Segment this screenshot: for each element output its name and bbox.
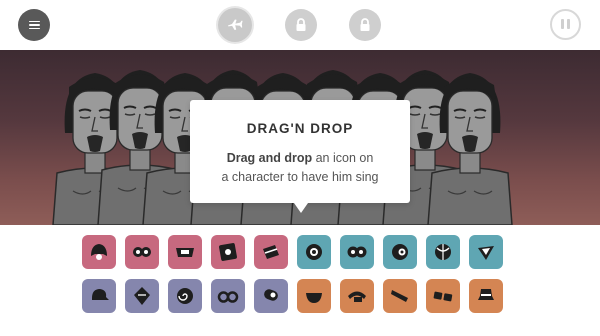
sound-icon-slate-4[interactable] [211,279,245,313]
sound-icon-pink-3[interactable] [168,235,202,269]
sound-icon-pink-2[interactable] [125,235,159,269]
locked-mode-button-2[interactable] [349,9,381,41]
tooltip-body-line1: an icon on [312,151,374,165]
sound-icon-orange-10[interactable] [469,279,503,313]
sound-icon-slate-3[interactable] [168,279,202,313]
tooltip-body: Drag and drop an icon on a character to … [190,149,410,187]
record-icon [392,244,408,260]
spiral-icon [177,288,193,304]
sound-icon-teal-10[interactable] [469,235,503,269]
glasses-icon [217,291,239,303]
sound-icon-pink-4[interactable] [211,235,245,269]
sound-icon-slate-1[interactable] [82,279,116,313]
sound-icon-slate-5[interactable] [254,279,288,313]
sound-icon-orange-9[interactable] [426,279,460,313]
speaker-box-icon [219,243,237,261]
lock-icon [296,18,306,31]
sound-icon-orange-7[interactable] [340,279,374,313]
helmet-icon [91,244,107,260]
pause-icon [560,16,572,34]
cap-icon [92,289,109,300]
goggles-icon [133,247,151,257]
headband-icon [348,291,366,302]
airplane-mode-button[interactable] [218,8,252,42]
hat-icon [478,289,494,300]
menu-button[interactable] [18,9,50,41]
ball-icon [435,244,451,260]
shades-icon [433,291,453,302]
sound-icon-pink-5[interactable] [254,235,288,269]
locked-mode-button-1[interactable] [285,9,317,41]
sound-icon-teal-6[interactable] [297,235,331,269]
sound-icon-slate-2[interactable] [125,279,159,313]
tooltip-body-bold: Drag and drop [226,151,313,165]
tooltip-title: DRAG'N DROP [246,121,354,136]
lock-icon [360,18,370,31]
gift-box-icon [263,245,279,259]
pause-button[interactable] [550,9,581,40]
collar-icon [176,248,194,257]
hamburger-menu-icon [28,20,40,30]
bowl-icon [306,293,322,303]
diamond-icon [134,287,150,305]
microphone-icon [264,289,278,301]
double-disc-icon [347,246,367,258]
top-bar [0,0,600,50]
disc-icon [306,244,322,260]
airplane-icon [228,19,243,30]
sound-icon-teal-9[interactable] [426,235,460,269]
drag-drop-tooltip: DRAG'N DROP Drag and drop an icon on a c… [190,100,410,213]
sound-icon-palette [0,225,600,336]
sound-icon-pink-1[interactable] [82,235,116,269]
sound-icon-teal-7[interactable] [340,235,374,269]
sound-icon-orange-6[interactable] [297,279,331,313]
sound-icon-teal-8[interactable] [383,235,417,269]
pipe-icon [391,290,408,302]
cone-icon [478,246,494,260]
sound-icon-orange-8[interactable] [383,279,417,313]
tooltip-body-line2: a character to have him sing [221,170,379,184]
